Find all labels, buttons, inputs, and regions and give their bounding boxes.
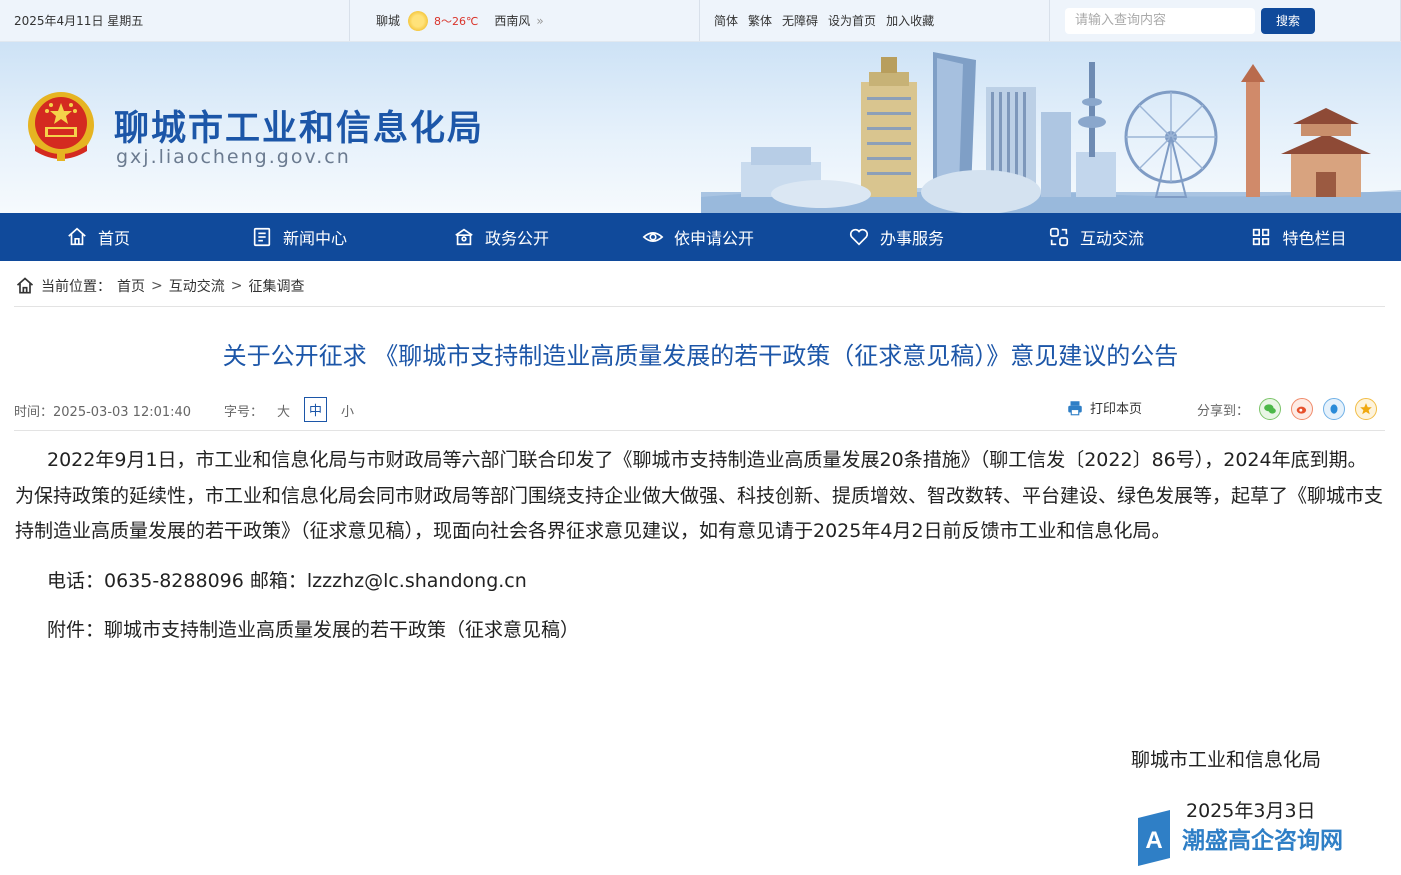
search-input[interactable] bbox=[1065, 7, 1255, 34]
qq-icon[interactable] bbox=[1323, 398, 1346, 420]
breadcrumb-home[interactable]: 首页 bbox=[117, 276, 145, 296]
site-title: 聊城市工业和信息化局 bbox=[114, 109, 485, 149]
search-button[interactable]: 搜索 bbox=[1261, 7, 1315, 34]
publish-time: 时间：2025-03-03 12:01:40 bbox=[14, 405, 192, 420]
weather-temp: 8～26℃ bbox=[434, 14, 479, 28]
nav-label: 首页 bbox=[97, 229, 130, 248]
wechat-icon[interactable] bbox=[1259, 398, 1282, 420]
city-skyline-illustration bbox=[701, 52, 1401, 213]
nav-label: 新闻中心 bbox=[282, 229, 347, 248]
font-size-switcher: 字号： 大 中 小 bbox=[224, 397, 354, 422]
font-size-medium[interactable]: 中 bbox=[304, 397, 328, 422]
nav-item-services[interactable]: 办事服务 bbox=[796, 213, 996, 261]
grid-icon bbox=[1253, 228, 1270, 246]
nav-label: 依申请公开 bbox=[673, 229, 754, 248]
date-display: 2025年4月11日 星期五 bbox=[0, 0, 350, 41]
breadcrumb-survey[interactable]: 征集调查 bbox=[248, 276, 304, 296]
interact-icon bbox=[1049, 227, 1069, 247]
nav-item-featured[interactable]: 特色栏目 bbox=[1196, 213, 1401, 261]
divider bbox=[14, 430, 1385, 431]
link-add-favorite[interactable]: 加入收藏 bbox=[886, 12, 934, 29]
font-size-small[interactable]: 小 bbox=[341, 401, 354, 422]
breadcrumb-prefix: 当前位置： bbox=[41, 279, 111, 295]
article-body: 2022年9月1日，市工业和信息化局与市财政局等六部门联合印发了《聊城市支持制造… bbox=[15, 443, 1385, 649]
nav-item-interaction[interactable]: 互动交流 bbox=[996, 213, 1196, 261]
watermark-text: 潮盛高企咨询网 bbox=[1182, 827, 1343, 854]
top-bar: 2025年4月11日 星期五 聊城 8～26℃ 西南风 » 简体 繁体 无障碍 … bbox=[0, 0, 1401, 42]
nav-item-apply-disclosure[interactable]: 依申请公开 bbox=[600, 213, 796, 261]
font-size-label: 字号： bbox=[224, 405, 264, 420]
nav-item-gov-affairs[interactable]: 政务公开 bbox=[402, 213, 600, 261]
link-traditional[interactable]: 繁体 bbox=[748, 12, 772, 29]
site-url: gxj.liaocheng.gov.cn bbox=[116, 146, 351, 168]
link-set-homepage[interactable]: 设为首页 bbox=[828, 12, 876, 29]
breadcrumb-separator: > bbox=[151, 278, 163, 294]
link-simplified[interactable]: 简体 bbox=[714, 12, 738, 29]
newspaper-icon bbox=[253, 227, 271, 247]
sun-icon bbox=[408, 10, 429, 31]
breadcrumb-interaction[interactable]: 互动交流 bbox=[169, 276, 225, 296]
nav-label: 特色栏目 bbox=[1282, 229, 1347, 248]
nav-label: 政务公开 bbox=[484, 229, 549, 248]
signature-org: 聊城市工业和信息化局 bbox=[1131, 749, 1322, 771]
qzone-star-icon[interactable] bbox=[1355, 398, 1378, 420]
divider bbox=[14, 306, 1385, 307]
article-paragraph: 2022年9月1日，市工业和信息化局与市财政局等六部门联合印发了《聊城市支持制造… bbox=[15, 449, 1384, 542]
double-chevron-right-icon[interactable]: » bbox=[536, 14, 543, 28]
weather-city: 聊城 bbox=[376, 14, 401, 28]
watermark: A 潮盛高企咨询网 bbox=[1134, 810, 1343, 866]
font-size-large[interactable]: 大 bbox=[277, 401, 290, 422]
breadcrumb: 当前位置： 首页 > 互动交流 > 征集调查 bbox=[15, 276, 304, 296]
print-button[interactable]: 打印本页 bbox=[1066, 398, 1142, 417]
weather-widget: 聊城 8～26℃ 西南风 » bbox=[350, 0, 700, 41]
nav-item-news[interactable]: 新闻中心 bbox=[196, 213, 402, 261]
print-label: 打印本页 bbox=[1090, 402, 1143, 417]
home-icon bbox=[68, 227, 86, 246]
breadcrumb-separator: > bbox=[230, 278, 243, 294]
link-accessibility[interactable]: 无障碍 bbox=[782, 12, 818, 29]
nav-label: 办事服务 bbox=[879, 229, 944, 248]
weather-wind: 西南风 bbox=[494, 14, 531, 28]
building-icon bbox=[455, 228, 473, 246]
article-meta: 时间：2025-03-03 12:01:40 字号： 大 中 小 打印本页 分享… bbox=[14, 395, 1385, 423]
heart-icon bbox=[849, 228, 869, 246]
top-links: 简体 繁体 无障碍 设为首页 加入收藏 bbox=[700, 0, 1050, 41]
attachment-link[interactable]: 附件：聊城市支持制造业高质量发展的若干政策（征求意见稿） bbox=[15, 613, 1385, 649]
main-nav: 首页 新闻中心 政务公开 依申请公开 办事服务 互动交流 特色栏目 bbox=[0, 213, 1401, 261]
eye-icon bbox=[642, 232, 664, 242]
watermark-logo-icon: A bbox=[1138, 810, 1170, 866]
nav-label: 互动交流 bbox=[1079, 229, 1144, 248]
site-banner: 聊城市工业和信息化局 gxj.liaocheng.gov.cn bbox=[0, 42, 1401, 213]
share-bar: 分享到： bbox=[1197, 398, 1378, 420]
svg-text:A: A bbox=[1145, 827, 1162, 854]
weibo-icon[interactable] bbox=[1291, 398, 1314, 420]
national-emblem-icon bbox=[28, 92, 94, 161]
search-area: 搜索 bbox=[1050, 0, 1401, 41]
home-icon bbox=[16, 277, 34, 294]
contact-info: 电话：0635-8288096 邮箱：lzzzhz@lc.shandong.cn bbox=[47, 569, 527, 592]
share-label: 分享到： bbox=[1197, 403, 1250, 419]
printer-icon bbox=[1068, 400, 1082, 415]
nav-item-home[interactable]: 首页 bbox=[0, 213, 196, 261]
article-title: 关于公开征求 《聊城市支持制造业高质量发展的若干政策（征求意见稿）》意见建议的公… bbox=[222, 342, 1179, 370]
